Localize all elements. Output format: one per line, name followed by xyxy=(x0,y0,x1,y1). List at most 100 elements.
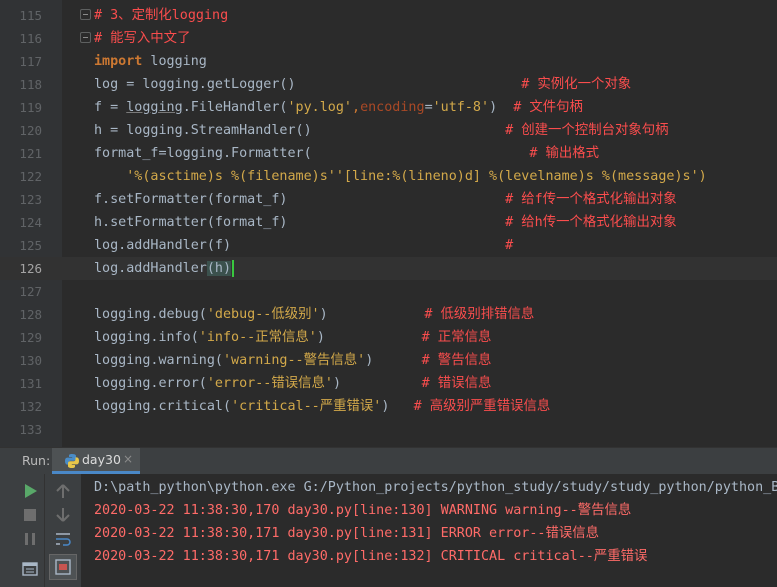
code-token: = xyxy=(424,100,433,115)
line-number: 120 xyxy=(19,123,42,138)
code-token: # 3、定制化logging xyxy=(94,8,229,23)
code-line[interactable]: 132 logging.critical('critical--严重错误') # … xyxy=(0,395,777,418)
code-line[interactable]: 119 f = logging.FileHandler('py.log',enco… xyxy=(0,96,777,119)
rerun-icon[interactable] xyxy=(19,480,41,502)
code-line[interactable]: 121 format_f=logging.Formatter( # 输出格式 xyxy=(0,142,777,165)
line-number: 122 xyxy=(19,169,42,184)
code-text: import logging xyxy=(94,50,207,73)
line-number: 127 xyxy=(19,284,42,299)
stop-icon[interactable] xyxy=(19,504,41,526)
code-token: 'utf-8' xyxy=(432,100,490,115)
run-tab-day30[interactable]: day30 × xyxy=(52,448,140,474)
code-token: # 给h传一个格式化输出对象 xyxy=(287,215,677,230)
close-icon[interactable]: × xyxy=(123,452,133,466)
code-line[interactable]: 123 f.setFormatter(format_f) # 给f传一个格式化输出… xyxy=(0,188,777,211)
console-output-line: D:\path_python\python.exe G:/Python_proj… xyxy=(94,480,777,495)
code-text: # 3、定制化logging xyxy=(94,4,228,27)
code-editor[interactable]: 115 # 3、定制化logging 116 # 能写入中文了 117 import lo… xyxy=(0,0,777,447)
code-token: logging xyxy=(142,54,207,69)
code-line[interactable]: 130 logging.warning('warning--警告信息') # 警告… xyxy=(0,349,777,372)
code-token: # xyxy=(231,238,514,253)
code-token: ) xyxy=(333,376,342,391)
code-text: log.addHandler(f) # xyxy=(94,234,513,257)
code-token: # 错误信息 xyxy=(341,376,492,391)
run-toolbar xyxy=(0,474,44,587)
code-line[interactable]: 128 logging.debug('debug--低级别') # 低级别排错信息 xyxy=(0,303,777,326)
code-line[interactable]: 133 xyxy=(0,418,777,441)
print-button[interactable] xyxy=(49,554,77,580)
code-token: logging xyxy=(126,100,183,115)
code-token: 'error--错误信息' xyxy=(206,376,333,391)
code-text: logging.info('info--正常信息') # 正常信息 xyxy=(94,326,491,349)
code-token: ) xyxy=(316,330,325,345)
layout-icon[interactable] xyxy=(19,558,41,580)
scroll-down-icon[interactable] xyxy=(52,504,74,526)
console-toolbar xyxy=(44,474,81,587)
code-line[interactable]: 131 logging.error('error--错误信息') # 错误信息 xyxy=(0,372,777,395)
console-output-line: 2020-03-22 11:38:30,171 day30.py[line:13… xyxy=(94,526,600,541)
code-text: # 能写入中文了 xyxy=(94,27,190,50)
line-number: 124 xyxy=(19,215,42,230)
run-tab-label: day30 xyxy=(82,452,121,467)
code-line[interactable]: 129 logging.info('info--正常信息') # 正常信息 xyxy=(0,326,777,349)
pause-icon[interactable] xyxy=(19,528,41,550)
code-token: # 文件句柄 xyxy=(513,100,583,115)
line-number: 128 xyxy=(19,307,42,322)
code-text: log.addHandler(h) xyxy=(94,257,235,280)
code-text: logging.error('error--错误信息') # 错误信息 xyxy=(94,372,491,395)
code-token: log xyxy=(94,77,127,92)
code-token: encoding xyxy=(360,100,425,115)
line-number: 119 xyxy=(19,100,42,115)
line-number: 132 xyxy=(19,399,42,414)
code-token: logging.warning( xyxy=(94,353,223,368)
run-console[interactable]: D:\path_python\python.exe G:/Python_proj… xyxy=(0,474,777,587)
code-token: = xyxy=(110,100,119,115)
code-token: import xyxy=(94,54,143,69)
run-tool-window-header: Run: day30 × xyxy=(0,447,777,474)
code-token: log.addHandler xyxy=(94,261,207,276)
code-line[interactable]: 127 xyxy=(0,280,777,303)
code-token: # 输出格式 xyxy=(311,146,600,161)
line-number: 116 xyxy=(19,31,42,46)
code-token: logging.debug( xyxy=(94,307,207,322)
code-line[interactable]: 115 # 3、定制化logging xyxy=(0,4,777,27)
code-line[interactable]: 120 h = logging.StreamHandler() # 创建一个控制台… xyxy=(0,119,777,142)
code-line[interactable]: 124 h.setFormatter(format_f) # 给h传一个格式化输出… xyxy=(0,211,777,234)
code-token: 'info--正常信息' xyxy=(198,330,317,345)
soft-wrap-icon[interactable] xyxy=(52,528,74,550)
code-line[interactable]: 116 # 能写入中文了 xyxy=(0,27,777,50)
code-token: 'critical--严重错误' xyxy=(231,399,382,414)
code-token: = xyxy=(158,146,167,161)
code-line[interactable]: 125 log.addHandler(f) # xyxy=(0,234,777,257)
code-token: # 实例化一个对象 xyxy=(295,77,632,92)
code-token: 'warning--警告信息' xyxy=(223,353,366,368)
code-line[interactable]: 118 log = logging.getLogger() # 实例化一个对象 xyxy=(0,73,777,96)
code-line[interactable]: 122 '%(asctime)s %(filename)s''[line:%(l… xyxy=(0,165,777,188)
code-token: h xyxy=(94,123,111,138)
line-number: 117 xyxy=(19,54,42,69)
code-line[interactable]: 117 import logging xyxy=(0,50,777,73)
python-icon xyxy=(65,454,79,468)
code-token: f.setFormatter(format_f) xyxy=(94,192,288,207)
code-token: # 创建一个控制台对象句柄 xyxy=(311,123,669,138)
code-text: h = logging.StreamHandler() # 创建一个控制台对象句… xyxy=(94,119,669,142)
code-text: f = logging.FileHandler('py.log',encodin… xyxy=(94,96,583,119)
code-token: = xyxy=(110,123,119,138)
line-number: 125 xyxy=(19,238,42,253)
code-line[interactable]: 126 log.addHandler(h) xyxy=(0,257,777,280)
line-number: 123 xyxy=(19,192,42,207)
code-token: logging.info( xyxy=(94,330,199,345)
line-number: 131 xyxy=(19,376,42,391)
fold-toggle-icon[interactable] xyxy=(80,9,91,20)
code-token: h.setFormatter(format_f) xyxy=(94,215,288,230)
console-output-line: 2020-03-22 11:38:30,171 day30.py[line:13… xyxy=(94,549,648,564)
line-number: 115 xyxy=(19,8,42,23)
console-output-line: 2020-03-22 11:38:30,170 day30.py[line:13… xyxy=(94,503,632,518)
code-token: # 正常信息 xyxy=(324,330,492,345)
text-caret xyxy=(232,259,235,277)
code-token: , xyxy=(352,100,361,115)
line-number: 126 xyxy=(19,261,42,276)
scroll-up-icon[interactable] xyxy=(52,480,74,502)
fold-toggle-icon[interactable] xyxy=(80,32,91,43)
line-number: 121 xyxy=(19,146,42,161)
